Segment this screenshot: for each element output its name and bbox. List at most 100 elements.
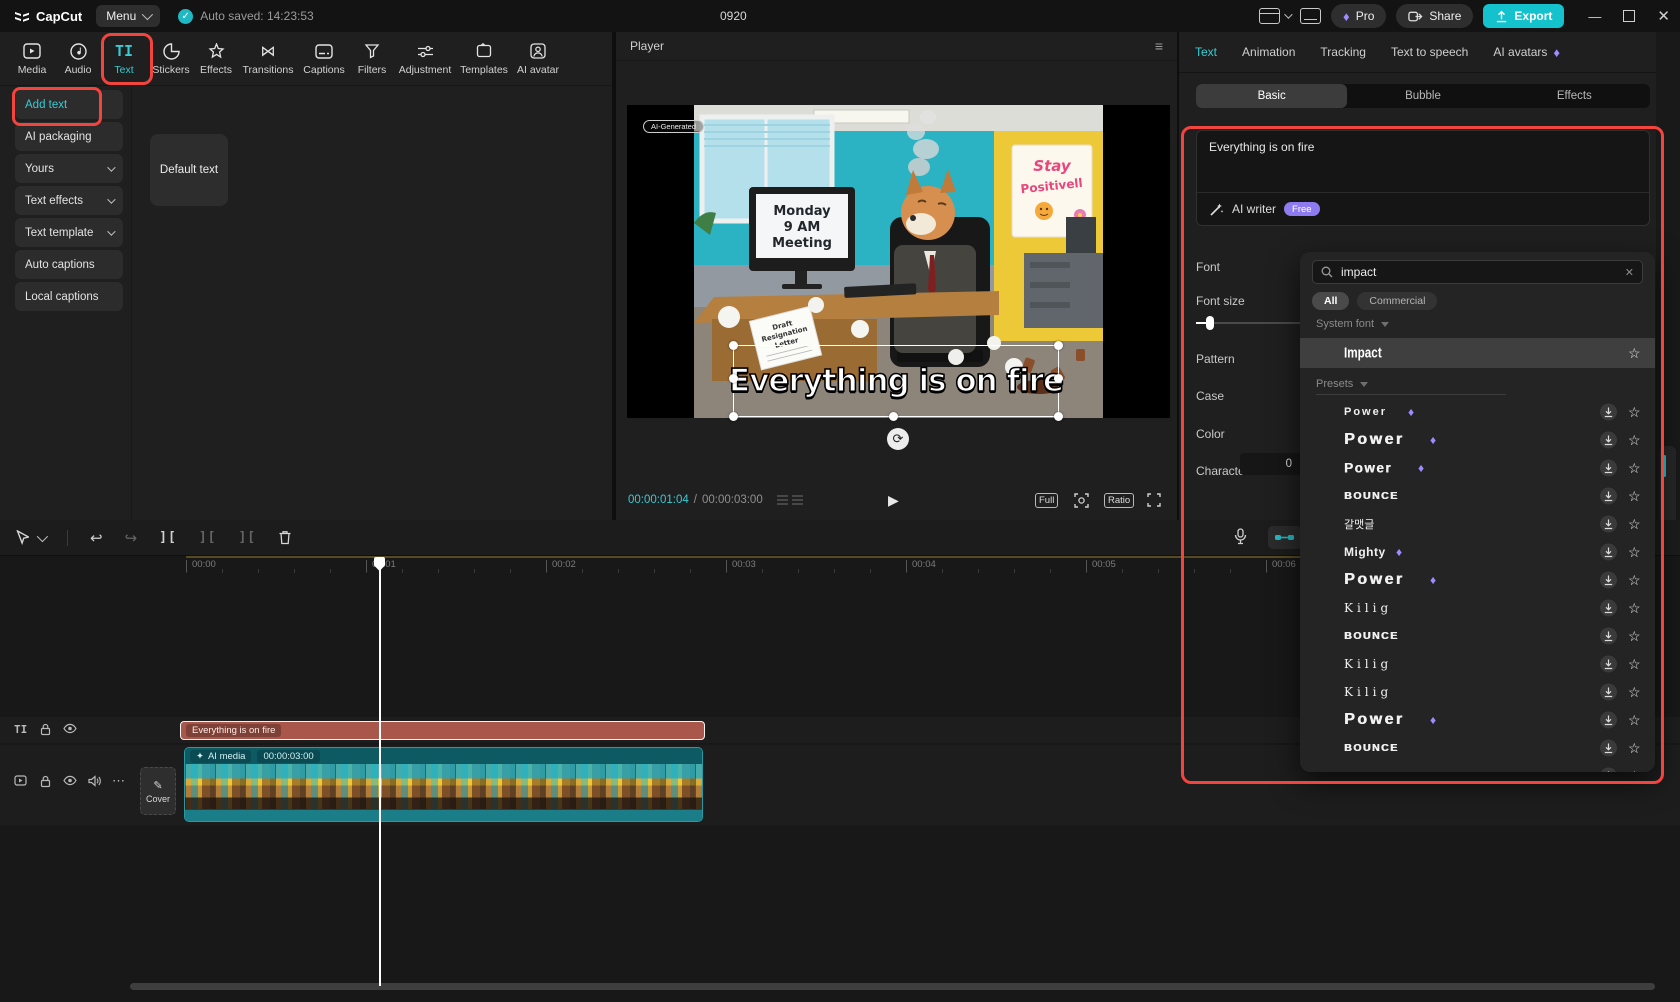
selection-handle[interactable] [729,374,738,383]
video-preview[interactable]: Stay Positivell [627,105,1170,418]
eye-icon[interactable] [63,775,77,786]
text-clip[interactable]: Everything is on fire [180,721,705,740]
split-button[interactable]: ][ [159,530,177,545]
presets-header[interactable]: Presets [1316,378,1368,390]
selection-handle[interactable] [1054,412,1063,421]
font-search-field[interactable]: ✕ [1312,260,1643,284]
compare-frames-icon[interactable] [777,495,788,505]
subtab-effects[interactable]: Effects [1499,84,1650,108]
delete-button[interactable] [278,530,292,545]
font-row[interactable]: BOUNCE ☆ [1300,622,1655,650]
subtab-basic[interactable]: Basic [1196,84,1347,108]
filter-commercial[interactable]: Commercial [1357,292,1437,310]
player-menu-icon[interactable]: ≡ [1155,38,1163,54]
record-voiceover-button[interactable] [1234,528,1247,545]
tab-ai-avatars[interactable]: AI avatars ♦ [1493,45,1560,60]
font-row[interactable]: Power ♦ ☆ [1300,426,1655,454]
redo-button[interactable]: ↪ [125,529,138,547]
download-icon[interactable] [1600,712,1617,729]
split-right-button[interactable]: ][ [238,530,256,545]
font-row[interactable]: 갈맷글 ☆ [1300,510,1655,538]
selection-handle[interactable] [889,412,898,421]
tool-adjustment[interactable]: Adjustment [394,34,456,84]
playhead-line[interactable] [379,558,381,986]
favorite-star-icon[interactable]: ☆ [1628,545,1641,559]
focus-icon[interactable] [1074,493,1089,508]
subtab-bubble[interactable]: Bubble [1347,84,1498,108]
mute-icon[interactable] [88,775,101,787]
favorite-star-icon[interactable]: ☆ [1628,657,1641,671]
favorite-star-icon[interactable]: ☆ [1628,573,1641,587]
favorite-star-icon[interactable]: ☆ [1628,713,1641,727]
sidebar-item-yours[interactable]: Yours [15,154,123,183]
download-icon[interactable] [1600,404,1617,421]
font-row[interactable]: Kilig ☆ [1300,594,1655,622]
download-icon[interactable] [1600,600,1617,617]
sidebar-item-text-template[interactable]: Text template [15,218,123,247]
selection-handle[interactable] [729,341,738,350]
tab-animation[interactable]: Animation [1242,45,1295,59]
text-content-box[interactable]: Everything is on fire AI writer Free [1196,130,1650,226]
character-spacing-input[interactable]: 0 [1240,453,1302,475]
favorite-star-icon[interactable]: ☆ [1628,629,1641,643]
timeline-scrollbar[interactable] [130,983,1655,990]
font-row-impact[interactable]: Impact ☆ [1300,338,1655,368]
fullscreen-icon[interactable] [1147,493,1161,507]
sidebar-item-auto-captions[interactable]: Auto captions [15,250,123,279]
split-left-button[interactable]: ][ [199,530,217,545]
tab-tracking[interactable]: Tracking [1320,45,1366,59]
download-icon[interactable] [1600,460,1617,477]
tab-text[interactable]: Text [1195,45,1217,59]
minimize-button[interactable]: — [1588,9,1601,24]
more-options-icon[interactable]: ⋯ [112,773,125,789]
favorite-star-icon[interactable]: ☆ [1628,433,1641,447]
download-icon[interactable] [1600,516,1617,533]
tool-effects[interactable]: Effects [194,34,238,84]
favorite-star-icon[interactable]: ☆ [1628,489,1641,503]
default-text-card[interactable]: Default text [150,134,228,206]
close-button[interactable]: ✕ [1657,7,1670,25]
select-tool-button[interactable] [16,530,45,545]
font-row[interactable]: Mighty ♦ ☆ [1300,538,1655,566]
favorite-star-icon[interactable]: ☆ [1628,769,1641,772]
track-mode-button[interactable] [1268,526,1302,549]
tab-text-to-speech[interactable]: Text to speech [1391,45,1468,59]
undo-button[interactable]: ↩ [90,529,103,547]
panel-toggle-icon[interactable] [1300,8,1321,24]
cover-button[interactable]: ✎ Cover [140,767,176,815]
font-row[interactable]: Power ♦ ☆ [1300,398,1655,426]
font-row[interactable]: BOUNCE ☆ [1300,734,1655,762]
font-row[interactable]: Power ♦ ☆ [1300,706,1655,734]
tool-audio[interactable]: Audio [56,34,100,84]
slider-thumb[interactable] [1206,316,1214,330]
sidebar-item-add-text[interactable]: Add text [15,90,123,119]
compare-frames-icon[interactable] [792,495,803,505]
tool-transitions[interactable]: ⋈ Transitions [238,34,298,84]
tool-templates[interactable]: Templates [456,34,512,84]
download-icon[interactable] [1600,740,1617,757]
rotate-handle[interactable]: ⟳ [887,428,909,450]
font-size-slider[interactable] [1196,316,1300,330]
font-row[interactable]: Kilig ☆ [1300,650,1655,678]
lock-icon[interactable] [40,775,51,788]
selection-handle[interactable] [1054,374,1063,383]
download-icon[interactable] [1600,544,1617,561]
tool-stickers[interactable]: Stickers [148,34,194,84]
download-icon[interactable] [1600,768,1617,773]
download-icon[interactable] [1600,432,1617,449]
favorite-star-icon[interactable]: ☆ [1628,741,1641,755]
share-button[interactable]: Share [1396,4,1473,28]
font-row[interactable]: BOUNCE ☆ [1300,482,1655,510]
eye-icon[interactable] [63,723,77,734]
favorite-star-icon[interactable]: ☆ [1628,405,1641,419]
download-icon[interactable] [1600,572,1617,589]
sidebar-item-local-captions[interactable]: Local captions [15,282,123,311]
selection-handle[interactable] [729,412,738,421]
maximize-button[interactable] [1623,10,1635,22]
sidebar-item-ai-packaging[interactable]: AI packaging [15,122,123,151]
tool-media[interactable]: Media [8,34,56,84]
scrollbar-thumb[interactable] [1663,455,1666,477]
download-icon[interactable] [1600,488,1617,505]
lock-icon[interactable] [40,723,51,736]
pro-button[interactable]: ♦ Pro [1331,4,1386,28]
